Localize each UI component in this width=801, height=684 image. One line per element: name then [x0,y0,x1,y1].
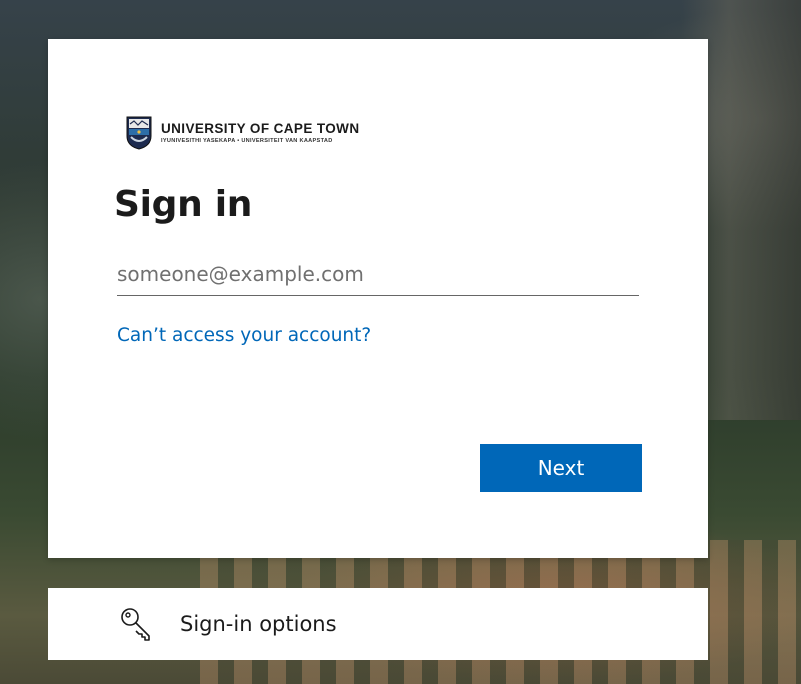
logo-subtitle: IYUNIVESITHI YASEKAPA • UNIVERSITEIT VAN… [161,137,333,144]
logo-name: UNIVERSITY OF CAPE TOWN [161,120,360,136]
sign-in-options-label: Sign-in options [180,612,337,636]
page-title: Sign in [114,184,253,225]
cant-access-account-link[interactable]: Can’t access your account? [117,325,371,346]
sign-in-card: UNIVERSITY OF CAPE TOWN IYUNIVESITHI YAS… [48,39,708,558]
key-icon [121,608,150,641]
sign-in-options-button[interactable]: Sign-in options [48,588,708,660]
crest-icon [126,116,152,150]
next-button[interactable]: Next [480,444,642,492]
email-input[interactable] [117,253,639,296]
organization-logo: UNIVERSITY OF CAPE TOWN IYUNIVESITHI YAS… [126,115,359,151]
